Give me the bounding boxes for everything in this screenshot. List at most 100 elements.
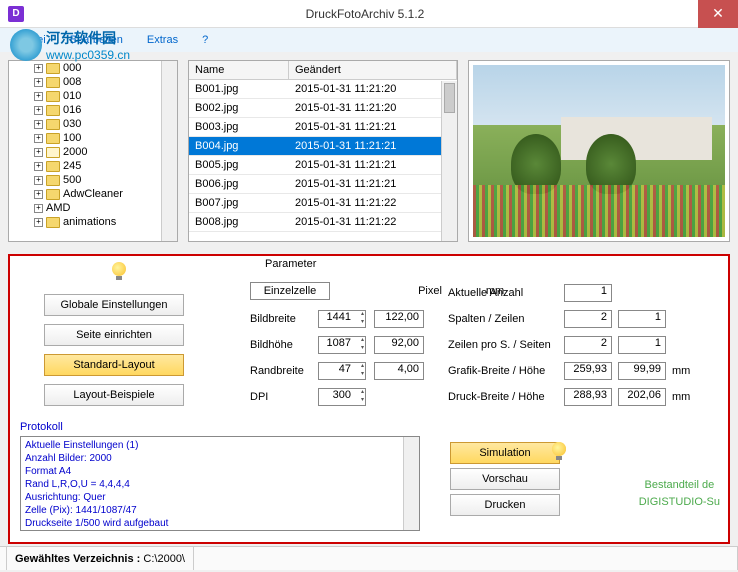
cell-date: 2015-01-31 11:21:21: [289, 137, 457, 155]
tree-label: 008: [63, 76, 81, 88]
tree-label: 2000: [63, 146, 87, 158]
protokoll-line: Ausrichtung: Quer: [25, 491, 415, 504]
statusbar: Gewähltes Verzeichnis : C:\2000\: [0, 546, 738, 570]
dpi-spinner[interactable]: 300: [318, 388, 366, 406]
tree-label: 016: [63, 104, 81, 116]
tree-scrollbar[interactable]: [161, 61, 177, 241]
titlebar: D DruckFotoArchiv 5.1.2 ✕: [0, 0, 738, 28]
druck-b-field[interactable]: 288,93: [564, 388, 612, 406]
file-table: Name Geändert B001.jpg2015-01-31 11:21:2…: [188, 60, 458, 242]
menu-datei[interactable]: Datei: [8, 30, 58, 50]
protokoll-box[interactable]: Aktuelle Einstellungen (1)Anzahl Bilder:…: [20, 436, 420, 531]
tree-item[interactable]: +animations: [9, 215, 177, 229]
menu-bearbeiten[interactable]: Bearbeiten: [58, 30, 135, 50]
tree-item[interactable]: +AdwCleaner: [9, 187, 177, 201]
tree-item[interactable]: +008: [9, 75, 177, 89]
folder-icon: [46, 77, 60, 88]
table-row[interactable]: B001.jpg2015-01-31 11:21:20: [189, 80, 457, 99]
simulation-button[interactable]: Simulation: [450, 442, 560, 464]
folder-open-icon: [46, 147, 60, 158]
randbreite-px-spinner[interactable]: 47: [318, 362, 366, 380]
tree-label: 100: [63, 132, 81, 144]
tree-item[interactable]: +500: [9, 173, 177, 187]
tree-item[interactable]: +030: [9, 117, 177, 131]
status-value: C:\2000\: [143, 553, 185, 565]
scroll-thumb[interactable]: [444, 83, 455, 113]
druck-h-field[interactable]: 202,06: [618, 388, 666, 406]
zeilen-field[interactable]: 1: [618, 310, 666, 328]
grafik-h-field[interactable]: 99,99: [618, 362, 666, 380]
einzelzelle-button[interactable]: Einzelzelle: [250, 282, 330, 300]
expand-icon[interactable]: +: [34, 64, 43, 73]
table-row[interactable]: B008.jpg2015-01-31 11:21:22: [189, 213, 457, 232]
seite-einrichten-button[interactable]: Seite einrichten: [44, 324, 184, 346]
label-anzahl: Aktuelle Anzahl: [448, 287, 558, 299]
cell-date: 2015-01-31 11:21:20: [289, 99, 457, 117]
expand-icon[interactable]: +: [34, 218, 43, 227]
protokoll-line: Anzahl Bilder: 2000: [25, 452, 415, 465]
folder-icon: [46, 175, 60, 186]
vorschau-button[interactable]: Vorschau: [450, 468, 560, 490]
menu-help[interactable]: ?: [190, 30, 220, 50]
standard-layout-button[interactable]: Standard-Layout: [44, 354, 184, 376]
protokoll-scrollbar[interactable]: [403, 437, 419, 530]
table-row[interactable]: B006.jpg2015-01-31 11:21:21: [189, 175, 457, 194]
label-zeilen-pro-s: Zeilen pro S. / Seiten: [448, 339, 558, 351]
grafik-b-field[interactable]: 259,93: [564, 362, 612, 380]
th-name[interactable]: Name: [189, 61, 289, 79]
randbreite-mm-field[interactable]: 4,00: [374, 362, 424, 380]
expand-icon[interactable]: +: [34, 78, 43, 87]
tree-item[interactable]: +010: [9, 89, 177, 103]
anzahl-field[interactable]: 1: [564, 284, 612, 302]
drucken-button[interactable]: Drucken: [450, 494, 560, 516]
tree-label: 000: [63, 62, 81, 74]
globale-einstellungen-button[interactable]: Globale Einstellungen: [44, 294, 184, 316]
folder-tree[interactable]: +000+008+010+016+030+100+2000+245+500+Ad…: [8, 60, 178, 242]
menu-extras[interactable]: Extras: [135, 30, 190, 50]
header-pixel: Pixel: [406, 285, 454, 297]
tree-item[interactable]: +AMD: [9, 201, 177, 215]
expand-icon[interactable]: +: [34, 120, 43, 129]
bildbreite-px-spinner[interactable]: 1441: [318, 310, 366, 328]
expand-icon[interactable]: +: [34, 148, 43, 157]
seiten-field[interactable]: 1: [618, 336, 666, 354]
expand-icon[interactable]: +: [34, 92, 43, 101]
cell-date: 2015-01-31 11:21:22: [289, 194, 457, 212]
expand-icon[interactable]: +: [34, 176, 43, 185]
cell-date: 2015-01-31 11:21:21: [289, 156, 457, 174]
cell-name: B004.jpg: [189, 137, 289, 155]
expand-icon[interactable]: +: [34, 106, 43, 115]
tree-item[interactable]: +245: [9, 159, 177, 173]
tree-label: AMD: [46, 202, 70, 214]
expand-icon[interactable]: +: [34, 190, 43, 199]
cell-date: 2015-01-31 11:21:22: [289, 213, 457, 231]
close-button[interactable]: ✕: [698, 0, 738, 28]
folder-icon: [46, 119, 60, 130]
expand-icon[interactable]: +: [34, 204, 43, 213]
label-randbreite: Randbreite: [250, 365, 310, 377]
expand-icon[interactable]: +: [34, 134, 43, 143]
tree-item[interactable]: +016: [9, 103, 177, 117]
table-row[interactable]: B007.jpg2015-01-31 11:21:22: [189, 194, 457, 213]
bildhoehe-mm-field[interactable]: 92,00: [374, 336, 424, 354]
zeilen-s-field[interactable]: 2: [564, 336, 612, 354]
tree-item[interactable]: +100: [9, 131, 177, 145]
bildbreite-mm-field[interactable]: 122,00: [374, 310, 424, 328]
table-row[interactable]: B005.jpg2015-01-31 11:21:21: [189, 156, 457, 175]
label-druck: Druck-Breite / Höhe: [448, 391, 558, 403]
status-label: Gewähltes Verzeichnis :: [15, 553, 140, 565]
bildhoehe-px-spinner[interactable]: 1087: [318, 336, 366, 354]
tree-item[interactable]: +000: [9, 61, 177, 75]
expand-icon[interactable]: +: [34, 162, 43, 171]
table-row[interactable]: B004.jpg2015-01-31 11:21:21: [189, 137, 457, 156]
spalten-field[interactable]: 2: [564, 310, 612, 328]
tree-item[interactable]: +2000: [9, 145, 177, 159]
table-row[interactable]: B002.jpg2015-01-31 11:21:20: [189, 99, 457, 118]
table-row[interactable]: B003.jpg2015-01-31 11:21:21: [189, 118, 457, 137]
cell-name: B001.jpg: [189, 80, 289, 98]
image-preview: [468, 60, 730, 242]
layout-beispiele-button[interactable]: Layout-Beispiele: [44, 384, 184, 406]
th-date[interactable]: Geändert: [289, 61, 457, 79]
table-scrollbar[interactable]: [441, 81, 457, 241]
label-grafik: Grafik-Breite / Höhe: [448, 365, 558, 377]
